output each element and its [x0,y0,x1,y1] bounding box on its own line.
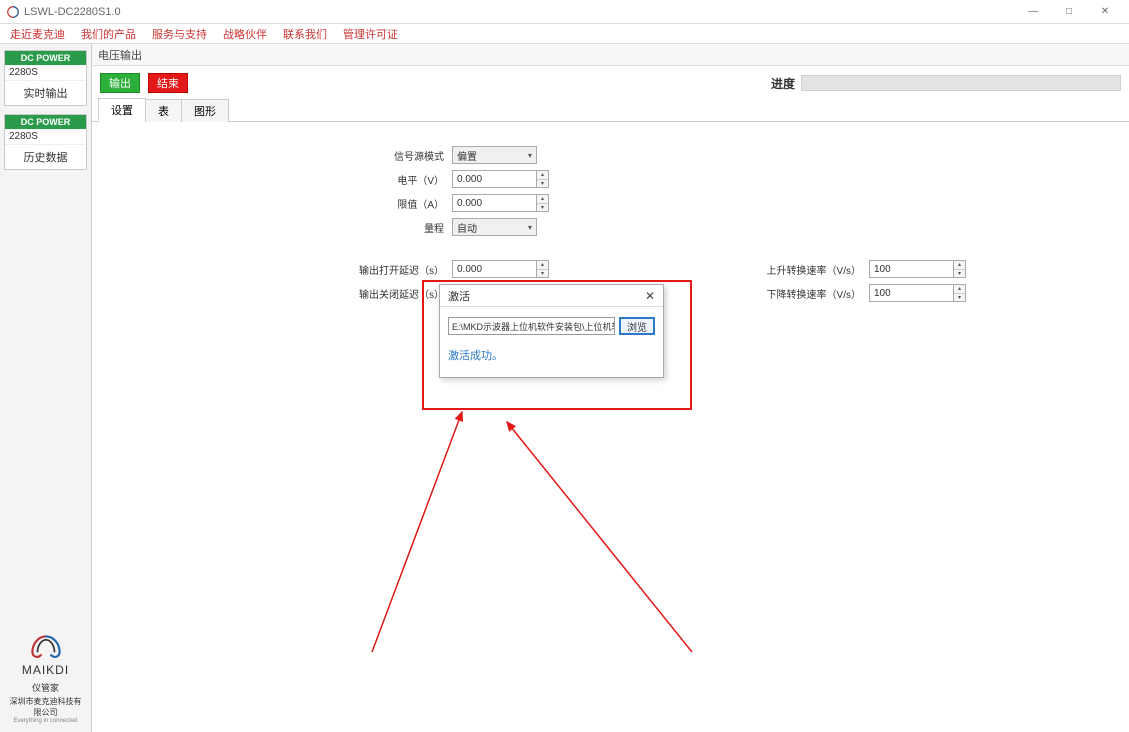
progress-bar [801,75,1121,91]
annotation-arrow-icon [362,402,482,662]
brand-name: MAIKDI [6,663,85,677]
limit-spinner[interactable]: ▴▾ [537,194,549,212]
dialog-browse-button[interactable]: 浏览 [619,317,655,335]
limit-label: 限值（A） [112,196,452,211]
panel-header: DC POWER [5,51,86,65]
subtab-settings[interactable]: 设置 [98,98,146,122]
range-label: 量程 [112,220,452,235]
content-area: 电压输出 输出 结束 进度 设置 表 图形 信号源模式 偏置 ▾ [92,44,1129,732]
sidebar-panel-history[interactable]: DC POWER 2280S 历史数据 [4,114,87,170]
rise-rate-input[interactable]: 100 [869,260,954,278]
sidebar: DC POWER 2280S 实时输出 DC POWER 2280S 历史数据 … [0,44,92,732]
sidebar-panel-realtime[interactable]: DC POWER 2280S 实时输出 [4,50,87,106]
brand-tagline: Everything in connected [6,718,85,724]
toolbar: 输出 结束 进度 [92,66,1129,100]
dialog-close-button[interactable]: ✕ [645,289,655,303]
app-icon [6,5,20,19]
annotation-arrow-icon [492,412,712,662]
dialog-status-text: 激活成功。 [448,347,655,363]
brand-subtitle: 仪管家 [6,681,85,694]
window-titlebar: LSWL-DC2280S1.0 — □ ✕ [0,0,1129,24]
panel-header: DC POWER [5,115,86,129]
level-spinner[interactable]: ▴▾ [537,170,549,188]
subtab-graph[interactable]: 图形 [181,99,229,122]
brand-company: 深圳市麦克迪科技有限公司 [6,696,85,718]
menu-partners[interactable]: 战略伙伴 [217,26,273,42]
tab-voltage-output[interactable]: 电压输出 [98,47,142,63]
window-title: LSWL-DC2280S1.0 [24,6,1015,18]
fall-rate-spinner[interactable]: ▴▾ [954,284,966,302]
menubar: 走近麦克迪 我们的产品 服务与支持 战略伙伴 联系我们 管理许可证 [0,24,1129,44]
panel-label: 实时输出 [5,81,86,105]
signal-mode-select[interactable]: 偏置 ▾ [452,146,537,164]
brand-logo-icon [29,633,63,661]
open-delay-spinner[interactable]: ▴▾ [537,260,549,278]
panel-model: 2280S [5,65,86,81]
subtab-table[interactable]: 表 [145,99,182,122]
level-input[interactable]: 0.000 [452,170,537,188]
activate-dialog: 激活 ✕ E:\MKD示波器上位机软件安装包\上位机软件安装文 浏览 激活成功。 [439,284,664,378]
signal-mode-label: 信号源模式 [112,148,452,163]
close-delay-label: 输出关闭延迟（s） [112,286,452,301]
chevron-down-icon: ▾ [528,223,532,232]
open-delay-label: 输出打开延迟（s） [112,262,452,277]
menu-license[interactable]: 管理许可证 [337,26,404,42]
range-select[interactable]: 自动 ▾ [452,218,537,236]
dialog-path-input[interactable]: E:\MKD示波器上位机软件安装包\上位机软件安装文 [448,317,615,335]
rise-rate-label: 上升转换速率（V/s） [549,262,869,277]
brand-block: MAIKDI 仪管家 深圳市麦克迪科技有限公司 Everything in co… [4,631,87,726]
open-delay-input[interactable]: 0.000 [452,260,537,278]
menu-about[interactable]: 走近麦克迪 [4,26,71,42]
progress-label: 进度 [771,75,795,92]
fall-rate-input[interactable]: 100 [869,284,954,302]
rise-rate-spinner[interactable]: ▴▾ [954,260,966,278]
settings-form: 信号源模式 偏置 ▾ 电平（V） 0.000 ▴▾ 限值（A） 0.000 ▴▾… [92,122,1129,732]
dialog-title: 激活 [448,288,470,304]
window-close-button[interactable]: ✕ [1087,1,1123,23]
level-label: 电平（V） [112,172,452,187]
chevron-down-icon: ▾ [528,151,532,160]
menu-support[interactable]: 服务与支持 [146,26,213,42]
end-button[interactable]: 结束 [148,73,188,93]
limit-input[interactable]: 0.000 [452,194,537,212]
window-minimize-button[interactable]: — [1015,1,1051,23]
panel-model: 2280S [5,129,86,145]
window-controls: — □ ✕ [1015,1,1123,23]
output-button[interactable]: 输出 [100,73,140,93]
subtabs: 设置 表 图形 [92,100,1129,122]
panel-label: 历史数据 [5,145,86,169]
menu-products[interactable]: 我们的产品 [75,26,142,42]
window-maximize-button[interactable]: □ [1051,1,1087,23]
menu-contact[interactable]: 联系我们 [277,26,333,42]
content-top-tab: 电压输出 [92,44,1129,66]
